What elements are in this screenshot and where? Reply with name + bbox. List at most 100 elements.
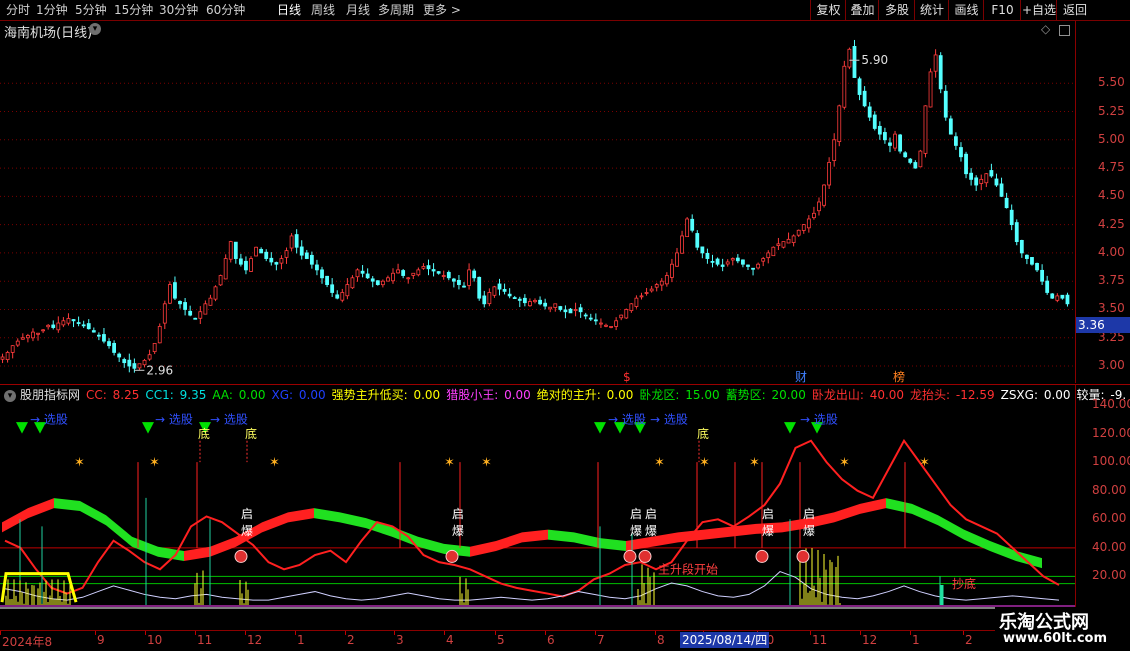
date-tick-mark — [345, 631, 346, 635]
toolbar-button-5[interactable]: F10 — [983, 0, 1021, 20]
toolbar-item-8[interactable]: 月线 — [346, 2, 370, 18]
candle-body — [624, 309, 629, 319]
indicator-label: CC1: — [145, 388, 174, 402]
date-axis-tick: 11 — [197, 633, 213, 647]
candle-body — [796, 229, 801, 236]
xuan-gu-label: → 选股 — [608, 413, 646, 427]
candle-body — [218, 275, 223, 286]
toolbar-button-6[interactable]: +自选 — [1020, 0, 1057, 20]
date-axis-tick: 5 — [497, 633, 505, 647]
indicator-label: CC: — [86, 388, 107, 402]
candle-body — [649, 288, 654, 292]
trend-band-segment — [366, 518, 392, 537]
toolbar-item-4[interactable]: 30分钟 — [159, 2, 198, 18]
date-axis-tick: 2024年8 — [2, 635, 53, 649]
indicator-settings-icon[interactable]: ▾ — [4, 389, 16, 402]
price-axis-tick: 5.25 — [1098, 103, 1125, 118]
settings-icon[interactable]: ▾ — [89, 23, 101, 35]
candle-body — [512, 297, 517, 300]
toolbar-item-3[interactable]: 15分钟 — [114, 2, 153, 18]
toolbar-item-10[interactable]: 更多 > — [423, 2, 461, 18]
candle-body — [0, 356, 5, 360]
toolbar-button-2[interactable]: 多股 — [878, 0, 915, 20]
candle-body — [578, 307, 583, 313]
price-chart[interactable]: 5.90 2.96 $ 财 榜 — [0, 21, 1075, 383]
runner-glyph: ✶ — [654, 455, 665, 470]
candle-body — [761, 258, 766, 262]
candle-body — [720, 264, 725, 267]
date-axis-tick: 2 — [965, 633, 973, 647]
candle-body — [431, 269, 436, 272]
indicator-axis-tick: 140.00 — [1092, 397, 1130, 411]
toolbar-item-1[interactable]: 1分钟 — [36, 2, 68, 18]
candle-body — [700, 246, 705, 254]
toolbar-button-0[interactable]: 复权 — [810, 0, 846, 20]
price-axis-tick: 5.00 — [1098, 131, 1125, 146]
toolbar-button-3[interactable]: 统计 — [914, 0, 949, 20]
indicator-axis: 140.00 120.00 100.00 80.00 60.00 40.00 20.00 — [1075, 385, 1130, 630]
candle-body — [122, 359, 127, 364]
event-marker: $ — [623, 370, 631, 383]
date-axis: 2024年89101112123456789101112122025/08/14… — [0, 630, 1130, 651]
indicator-value-7: 卧龙区: 15.00 — [639, 386, 719, 403]
toolbar-item-9[interactable]: 多周期 — [378, 2, 414, 18]
candle-body — [365, 273, 370, 279]
toolbar-item-2[interactable]: 5分钟 — [75, 2, 107, 18]
candle-body — [198, 311, 203, 319]
indicator-chart[interactable]: → 选股 → 选股 → 选股 → 选股 → 选股 → 选股底底底启爆启爆启爆启爆启爆启爆主… — [0, 385, 1075, 630]
restore-icon[interactable] — [1059, 25, 1070, 36]
candle-body — [507, 293, 512, 297]
watermark: 乐淘公式网 www.60lt.com — [995, 607, 1130, 650]
candle-body — [842, 65, 847, 108]
candle-body — [751, 267, 755, 270]
candle-body — [959, 147, 963, 158]
candle-body — [1065, 294, 1070, 305]
candle-body — [46, 324, 51, 328]
diamond-icon[interactable]: ◇ — [1041, 22, 1050, 36]
candle-body — [933, 54, 938, 72]
indicator-number: -12.59 — [952, 388, 995, 402]
candle-body — [269, 257, 274, 263]
qi-bao-label: 爆 — [803, 524, 815, 538]
date-axis-tick: 2 — [347, 633, 355, 647]
candle-body — [690, 218, 695, 231]
trend-band-segment — [522, 529, 548, 543]
candle-body — [244, 260, 248, 271]
toolbar-item-6[interactable]: 日线 — [277, 2, 301, 18]
indicator-number: 40.00 — [865, 388, 905, 402]
candle-body — [330, 284, 335, 293]
candle-body — [477, 276, 482, 299]
toolbar-button-7[interactable]: 返回 — [1056, 0, 1093, 20]
toolbar-item-5[interactable]: 60分钟 — [206, 2, 245, 18]
candle-body — [446, 271, 451, 279]
indicator-label: 猎股小王: — [446, 388, 499, 402]
indicator-number: 0.00 — [295, 388, 326, 402]
qi-bao-label: 爆 — [762, 524, 774, 538]
candle-body — [781, 241, 786, 248]
trend-band-segment — [28, 498, 54, 519]
toolbar-item-7[interactable]: 周线 — [311, 2, 335, 18]
date-tick-mark — [810, 631, 811, 635]
date-tick-mark — [145, 631, 146, 635]
candle-body — [259, 248, 264, 254]
candle-body — [355, 269, 360, 278]
candle-body — [406, 277, 411, 280]
candle-body — [451, 278, 456, 282]
toolbar-button-4[interactable]: 画线 — [948, 0, 984, 20]
candle-body — [127, 359, 132, 367]
candle-body — [847, 48, 852, 68]
trend-band-segment — [80, 501, 106, 526]
candle-body — [1045, 280, 1050, 293]
date-tick-mark — [444, 631, 445, 635]
price-axis-tick: 4.25 — [1098, 216, 1125, 231]
toolbar-item-0[interactable]: 分时 — [6, 2, 30, 18]
candle-body — [964, 153, 968, 175]
date-axis-tick: 9 — [97, 633, 105, 647]
candle-body — [441, 275, 446, 277]
candle-body — [284, 250, 289, 258]
period-toolbar: 分时 1分钟 5分钟 15分钟 30分钟 60分钟 日线 周线 月线 多周期 更多 > 复权 叠加 多股统… — [0, 0, 1130, 21]
candle-body — [741, 259, 745, 265]
toolbar-button-1[interactable]: 叠加 — [845, 0, 879, 20]
indicator-label: XG: — [271, 388, 294, 402]
runner-glyph: ✶ — [749, 455, 760, 470]
